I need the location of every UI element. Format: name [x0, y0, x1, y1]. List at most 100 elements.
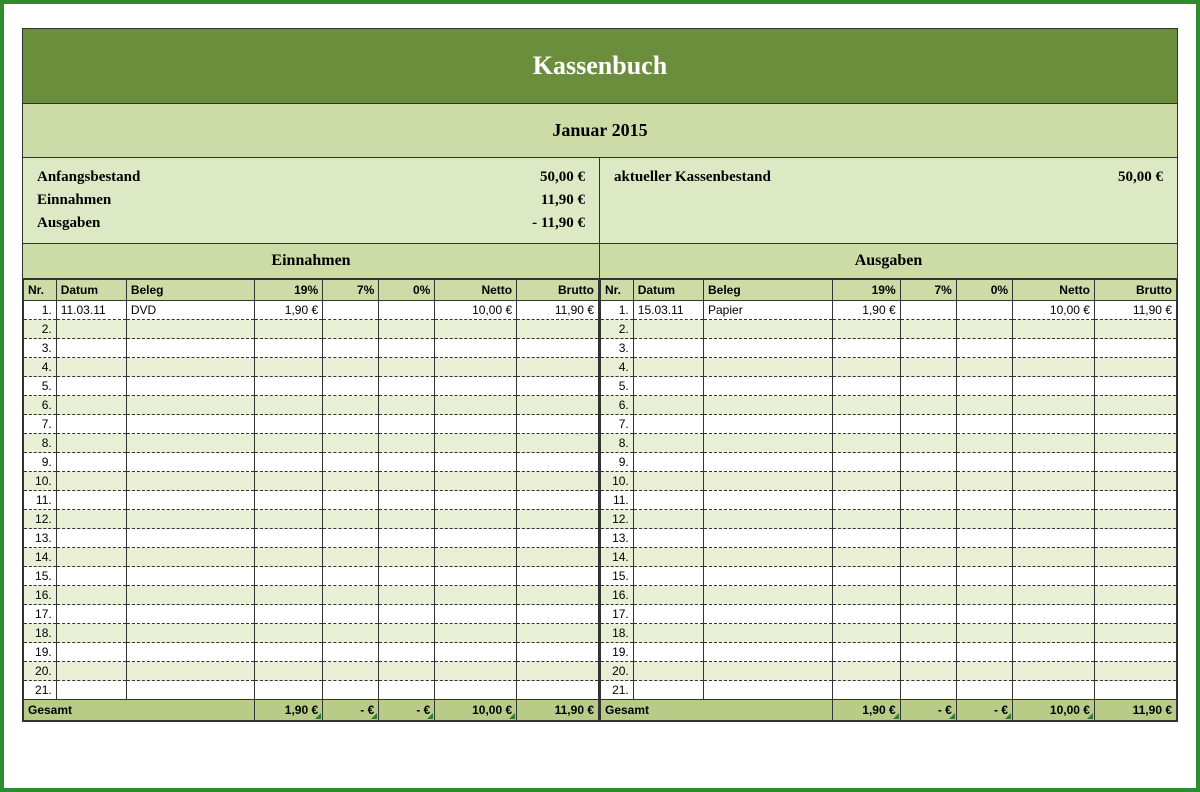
cell-datum[interactable]: [633, 434, 703, 453]
cell-p19[interactable]: [832, 510, 900, 529]
cell-brutto[interactable]: [517, 605, 599, 624]
cell-p7[interactable]: [900, 662, 956, 681]
cell-p0[interactable]: [379, 339, 435, 358]
cell-datum[interactable]: [633, 339, 703, 358]
cell-netto[interactable]: [435, 320, 517, 339]
cell-brutto[interactable]: [1094, 586, 1176, 605]
cell-datum[interactable]: [633, 624, 703, 643]
cell-p7[interactable]: [900, 548, 956, 567]
cell-p7[interactable]: [900, 377, 956, 396]
cell-brutto[interactable]: [517, 643, 599, 662]
cell-p0[interactable]: [379, 301, 435, 320]
cell-p0[interactable]: [956, 681, 1012, 700]
cell-datum[interactable]: [633, 586, 703, 605]
dropdown-icon[interactable]: [1087, 713, 1093, 719]
cell-brutto[interactable]: [517, 434, 599, 453]
cell-p0[interactable]: [379, 510, 435, 529]
cell-p19[interactable]: [255, 472, 323, 491]
cell-netto[interactable]: [1013, 339, 1095, 358]
cell-p7[interactable]: [900, 358, 956, 377]
cell-datum[interactable]: [633, 358, 703, 377]
cell-p7[interactable]: [323, 624, 379, 643]
cell-p19[interactable]: [255, 662, 323, 681]
cell-p0[interactable]: [379, 662, 435, 681]
cell-brutto[interactable]: [517, 681, 599, 700]
cell-datum[interactable]: [633, 491, 703, 510]
cell-beleg[interactable]: [126, 605, 255, 624]
cell-nr[interactable]: 9.: [601, 453, 634, 472]
cell-beleg[interactable]: [126, 339, 255, 358]
cell-beleg[interactable]: [704, 472, 833, 491]
cell-p0[interactable]: [956, 301, 1012, 320]
cell-p0[interactable]: [956, 605, 1012, 624]
cell-p19[interactable]: [255, 624, 323, 643]
cell-brutto[interactable]: [517, 662, 599, 681]
cell-nr[interactable]: 20.: [24, 662, 57, 681]
cell-datum[interactable]: [56, 320, 126, 339]
cell-p0[interactable]: [379, 434, 435, 453]
cell-p19[interactable]: [255, 510, 323, 529]
cell-p7[interactable]: [323, 567, 379, 586]
cell-beleg[interactable]: [126, 320, 255, 339]
cell-beleg[interactable]: [704, 510, 833, 529]
cell-p7[interactable]: [900, 586, 956, 605]
cell-p19[interactable]: [255, 586, 323, 605]
cell-datum[interactable]: [633, 453, 703, 472]
cell-nr[interactable]: 15.: [24, 567, 57, 586]
cell-p7[interactable]: [323, 358, 379, 377]
cell-p0[interactable]: [956, 358, 1012, 377]
cell-p0[interactable]: [379, 567, 435, 586]
cell-netto[interactable]: [435, 586, 517, 605]
cell-p0[interactable]: [379, 453, 435, 472]
cell-beleg[interactable]: [704, 339, 833, 358]
cell-datum[interactable]: [633, 681, 703, 700]
cell-netto[interactable]: [435, 567, 517, 586]
cell-brutto[interactable]: [517, 396, 599, 415]
cell-p0[interactable]: [956, 643, 1012, 662]
cell-beleg[interactable]: [704, 567, 833, 586]
cell-netto[interactable]: 10,00 €: [1013, 301, 1095, 320]
cell-beleg[interactable]: [704, 529, 833, 548]
cell-nr[interactable]: 20.: [601, 662, 634, 681]
cell-p19[interactable]: [255, 529, 323, 548]
cell-netto[interactable]: [1013, 320, 1095, 339]
cell-datum[interactable]: [56, 396, 126, 415]
cell-brutto[interactable]: [1094, 662, 1176, 681]
cell-brutto[interactable]: [517, 339, 599, 358]
cell-datum[interactable]: [56, 358, 126, 377]
cell-brutto[interactable]: [517, 491, 599, 510]
cell-netto[interactable]: [1013, 548, 1095, 567]
cell-brutto[interactable]: [517, 586, 599, 605]
cell-netto[interactable]: [1013, 377, 1095, 396]
cell-brutto[interactable]: [517, 453, 599, 472]
cell-brutto[interactable]: [1094, 491, 1176, 510]
cell-p7[interactable]: [323, 396, 379, 415]
cell-p7[interactable]: [323, 472, 379, 491]
cell-beleg[interactable]: [126, 681, 255, 700]
cell-p0[interactable]: [956, 453, 1012, 472]
cell-beleg[interactable]: [126, 643, 255, 662]
cell-netto[interactable]: [435, 453, 517, 472]
cell-nr[interactable]: 14.: [601, 548, 634, 567]
cell-datum[interactable]: [56, 681, 126, 700]
cell-nr[interactable]: 13.: [601, 529, 634, 548]
cell-nr[interactable]: 2.: [601, 320, 634, 339]
dropdown-icon[interactable]: [509, 713, 515, 719]
cell-p7[interactable]: [900, 472, 956, 491]
cell-p7[interactable]: [900, 320, 956, 339]
cell-p7[interactable]: [900, 301, 956, 320]
cell-netto[interactable]: 10,00 €: [435, 301, 517, 320]
cell-p0[interactable]: [379, 529, 435, 548]
cell-netto[interactable]: [435, 472, 517, 491]
cell-p7[interactable]: [900, 567, 956, 586]
cell-beleg[interactable]: [126, 377, 255, 396]
cell-netto[interactable]: [1013, 605, 1095, 624]
cell-p19[interactable]: [832, 624, 900, 643]
cell-netto[interactable]: [1013, 358, 1095, 377]
cell-p19[interactable]: [832, 453, 900, 472]
cell-beleg[interactable]: [704, 453, 833, 472]
cell-netto[interactable]: [1013, 491, 1095, 510]
cell-nr[interactable]: 15.: [601, 567, 634, 586]
cell-nr[interactable]: 19.: [601, 643, 634, 662]
cell-beleg[interactable]: [704, 358, 833, 377]
